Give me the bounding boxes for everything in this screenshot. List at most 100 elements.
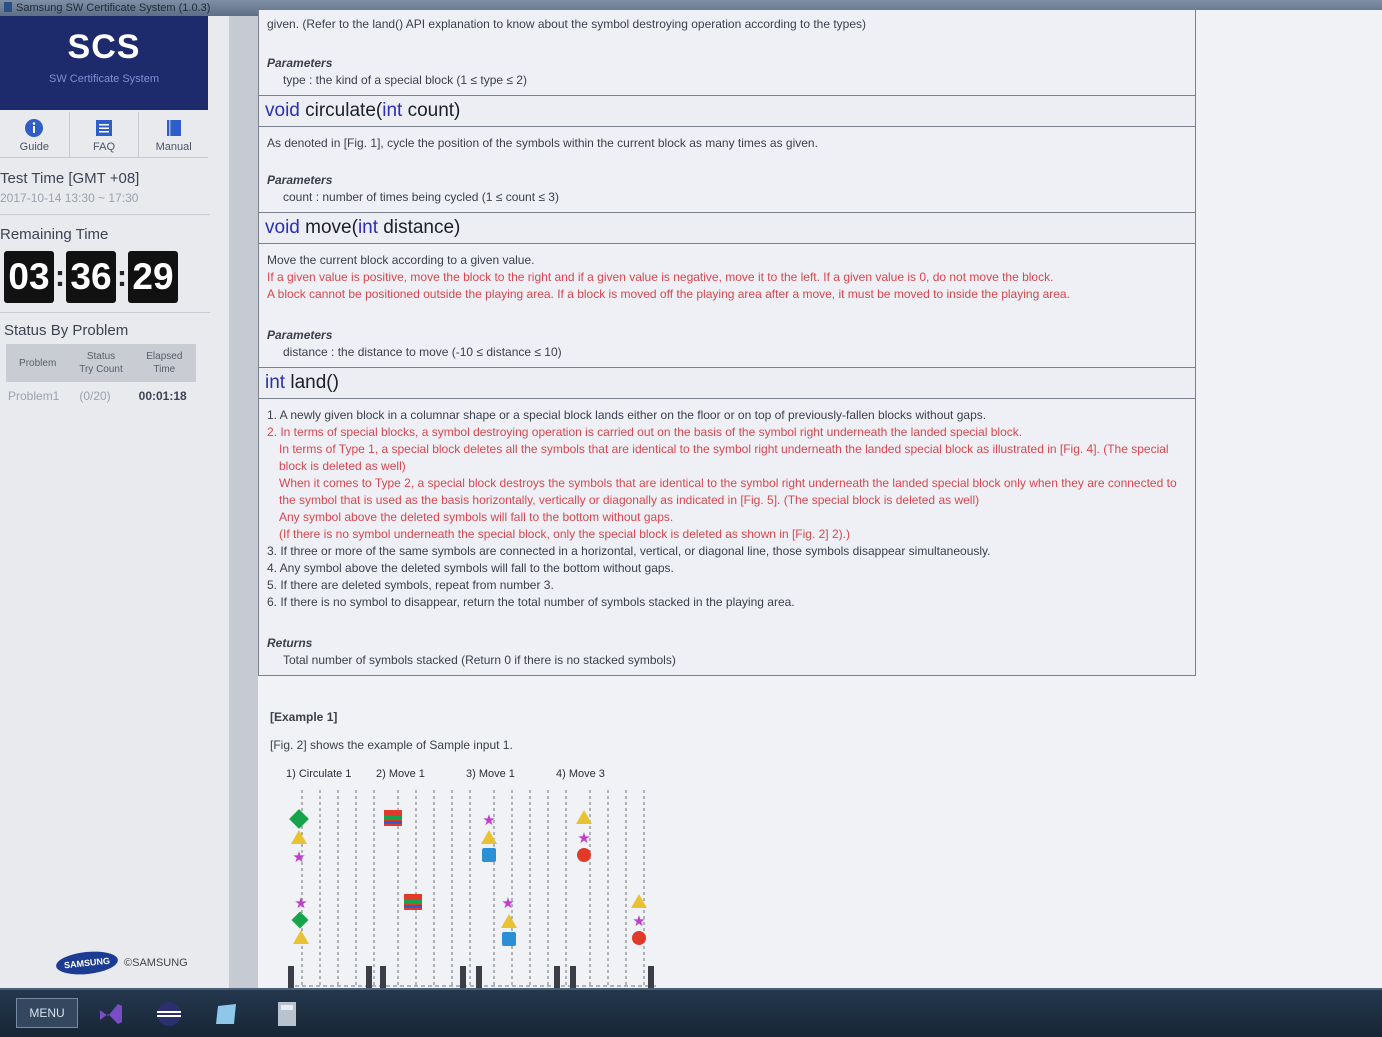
step-label: 1) Circulate 1 (286, 768, 352, 780)
calculator-icon[interactable] (272, 1000, 302, 1028)
fn-name: move( (299, 217, 358, 238)
info-icon (25, 119, 44, 137)
rule-2-type1: In terms of Type 1, a special block dele… (279, 442, 1169, 473)
divider (0, 312, 210, 313)
section-special-block: given. (Refer to the land() API explanat… (258, 10, 1196, 96)
rule-3: 3. If three or more of the same symbols … (267, 544, 991, 558)
text-line-red: A block cannot be positioned outside the… (267, 287, 1070, 301)
step-label: 2) Move 1 (376, 768, 425, 780)
returns-value: Total number of symbols stacked (Return … (283, 653, 676, 667)
api-signature-circulate: void circulate(int count) (259, 96, 1195, 127)
col-status: Status Try Count (79, 351, 123, 375)
visual-studio-icon[interactable] (96, 1000, 126, 1028)
fn-name: land() (285, 372, 339, 393)
example-steps: 1) Circulate 1 2) Move 1 3) Move 1 4) Mo… (286, 768, 646, 780)
svg-text:★: ★ (294, 895, 307, 912)
panel-gutter (230, 16, 258, 988)
guide-label: Guide (19, 141, 50, 153)
sidebar-nav: Guide FAQ Manual (0, 112, 208, 158)
status-table-header: Problem Status Try Count Elapsed Time (6, 344, 196, 382)
example-heading: [Example 1] (270, 710, 338, 724)
svg-text:★: ★ (292, 849, 305, 866)
grid-lines (288, 790, 658, 987)
parameters-label: Parameters (267, 173, 333, 187)
svg-text:★: ★ (501, 895, 514, 912)
col-elapsed: Elapsed Time (146, 351, 183, 375)
remaining-time: Remaining Time 03 : 36 : 29 (0, 226, 210, 303)
window-title: Samsung SW Certificate System (1.0.3) (16, 2, 211, 14)
logo-subtitle: SW Certificate System (48, 73, 160, 85)
elapsed-time: 00:01:18 (138, 389, 187, 403)
section-land: int land() 1. A newly given block in a c… (258, 368, 1196, 676)
rule-4: 4. Any symbol above the deleted symbols … (267, 561, 674, 575)
scs-logo: SCS SW Certificate System (0, 16, 208, 110)
api-signature-land: int land() (259, 368, 1195, 399)
test-time-label: Test Time [GMT +08] (0, 170, 140, 187)
fn-args: count) (402, 100, 461, 121)
clock-colon: : (117, 260, 127, 293)
parameter-count: count : number of times being cycled (1 … (283, 190, 559, 204)
keyword: void (265, 100, 300, 121)
menu-button[interactable]: MENU (16, 998, 78, 1028)
problem-document: given. (Refer to the land() API explanat… (258, 10, 1382, 988)
returns-label: Returns (267, 636, 313, 650)
copyright: ©SAMSUNG (124, 957, 188, 969)
floor-posts (288, 966, 654, 988)
keyword: int (265, 372, 286, 393)
example-figure: ★ ★ ★ ★ ★ ★ (288, 790, 658, 988)
step-label: 3) Move 1 (466, 768, 515, 780)
section-move: void move(int distance) Move the current… (258, 213, 1196, 368)
notepad-icon[interactable] (212, 1000, 242, 1028)
api-spec: given. (Refer to the land() API explanat… (258, 10, 1196, 676)
parameter-type: type : the kind of a special block (1 ≤ … (283, 73, 527, 87)
rule-5: 5. If there are deleted symbols, repeat … (267, 578, 554, 592)
svg-text:★: ★ (482, 812, 495, 829)
example-1: [Example 1] [Fig. 2] shows the example o… (270, 710, 1170, 752)
remaining-time-label: Remaining Time (0, 226, 109, 243)
section-circulate: void circulate(int count) As denoted in … (258, 96, 1196, 213)
status-by-problem-title: Status By Problem (4, 322, 129, 339)
samsung-brand: SAMSUNG (55, 948, 119, 978)
text-line: Move the current block according to a gi… (267, 253, 535, 267)
api-signature-move: void move(int distance) (259, 213, 1195, 244)
clock-seconds: 29 (128, 251, 178, 303)
example-description: [Fig. 2] shows the example of Sample inp… (270, 738, 513, 752)
clock-minutes: 36 (66, 251, 116, 303)
keyword: void (265, 217, 300, 238)
text-line-red: If a given value is positive, move the b… (267, 270, 1054, 284)
rule-2-note: (If there is no symbol underneath the sp… (279, 527, 850, 541)
text-line: As denoted in [Fig. 1], cycle the positi… (267, 136, 818, 150)
rule-2-type2: When it comes to Type 2, a special block… (279, 476, 1177, 507)
eclipse-icon[interactable] (154, 1000, 184, 1028)
rule-2-fall: Any symbol above the deleted symbols wil… (279, 510, 674, 524)
logo-text: SCS (67, 28, 141, 66)
faq-icon (96, 120, 112, 136)
sidebar (0, 16, 230, 988)
countdown-clock: 03 : 36 : 29 (0, 251, 210, 303)
faq-button[interactable]: FAQ (70, 112, 140, 157)
taskbar: MENU (0, 988, 1382, 1037)
problem-name: Problem1 (8, 389, 60, 403)
rule-6: 6. If there is no symbol to disappear, r… (267, 595, 795, 609)
book-icon (166, 120, 181, 136)
manual-label: Manual (155, 141, 192, 153)
parameter-distance: distance : the distance to move (-10 ≤ d… (283, 345, 562, 359)
try-count: (0/20) (79, 389, 111, 403)
test-time: Test Time [GMT +08] 2017-10-14 13:30 ~ 1… (0, 170, 210, 205)
text-line: given. (Refer to the land() API explanat… (267, 17, 867, 31)
faq-label: FAQ (93, 141, 116, 153)
clock-hours: 03 (4, 251, 54, 303)
status-row-problem1[interactable]: Problem1 (0/20) 00:01:18 (8, 389, 198, 403)
step-label: 4) Move 3 (556, 768, 605, 780)
rule-2: 2. In terms of special blocks, a symbol … (267, 425, 1023, 439)
divider (0, 214, 210, 215)
parameters-label: Parameters (267, 328, 333, 342)
rule-1: 1. A newly given block in a columnar sha… (267, 408, 987, 422)
samsung-logo: SAMSUNG ©SAMSUNG (55, 948, 188, 978)
test-time-value: 2017-10-14 13:30 ~ 17:30 (0, 191, 139, 205)
manual-button[interactable]: Manual (139, 112, 208, 157)
fn-args: distance) (378, 217, 461, 238)
svg-text:★: ★ (632, 913, 645, 930)
guide-button[interactable]: Guide (0, 112, 70, 157)
app-icon (4, 2, 12, 12)
